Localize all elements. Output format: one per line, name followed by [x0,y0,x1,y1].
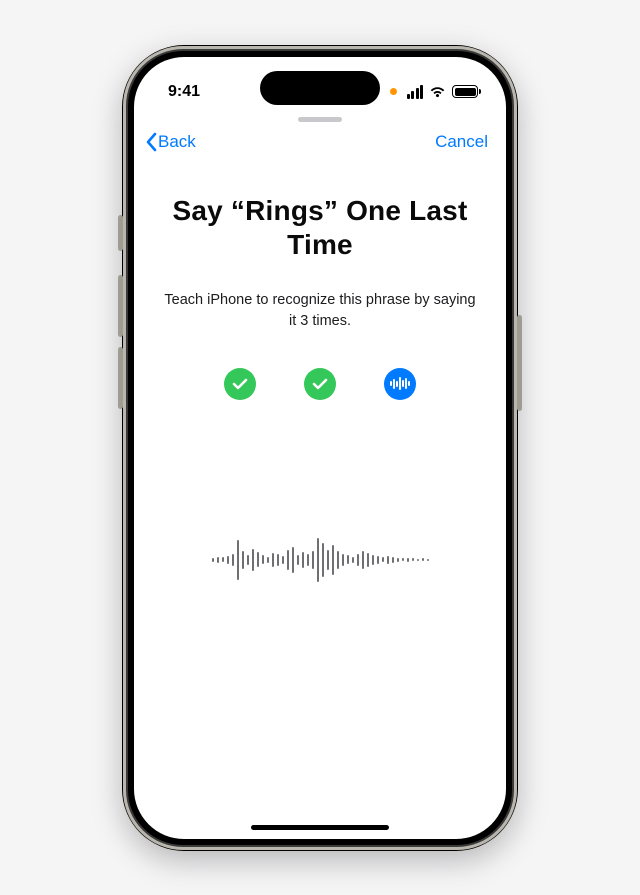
back-button[interactable]: Back [144,132,196,152]
status-time: 9:41 [168,83,200,101]
audio-waveform [160,520,480,600]
checkmark-icon [232,378,248,390]
iphone-frame: 9:41 Back Cancel Sa [122,45,518,851]
cellular-icon [407,85,424,99]
screen: 9:41 Back Cancel Sa [134,57,506,839]
checkmark-icon [312,378,328,390]
power-button [517,315,522,411]
attempt-indicators [160,368,480,400]
content: Say “Rings” One Last Time Teach iPhone t… [134,156,506,839]
attempt-3-recording [384,368,416,400]
cancel-button[interactable]: Cancel [435,132,488,152]
dynamic-island [260,71,380,105]
volume-up-button [118,275,123,337]
wifi-icon [429,85,446,98]
waveform-icon [390,377,410,390]
nav-bar: Back Cancel [134,124,506,156]
sheet-grabber[interactable] [298,117,342,122]
home-indicator[interactable] [251,825,389,830]
attempt-2-done [304,368,336,400]
page-subtitle: Teach iPhone to recognize this phrase by… [160,290,480,332]
chevron-left-icon [144,132,158,152]
back-label: Back [158,132,196,152]
action-button [118,215,123,251]
page-title: Say “Rings” One Last Time [160,194,480,262]
attempt-1-done [224,368,256,400]
volume-down-button [118,347,123,409]
mic-indicator-dot [390,88,397,95]
battery-icon [452,85,478,98]
